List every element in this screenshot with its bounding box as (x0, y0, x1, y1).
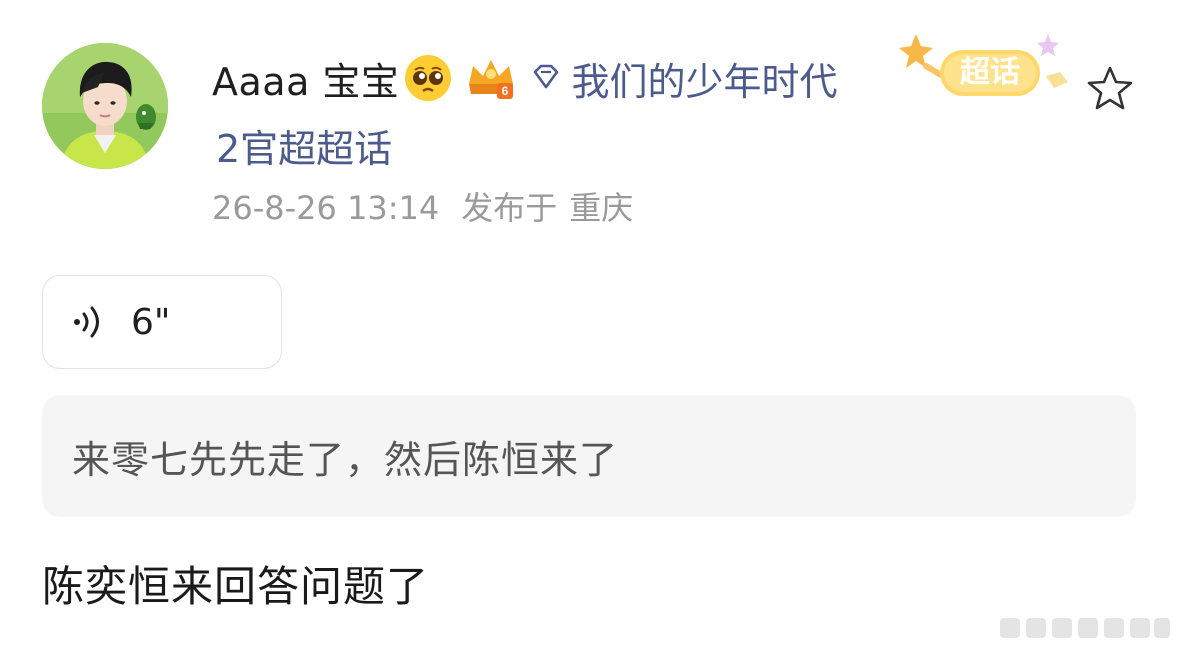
author-name[interactable]: Aaaa 宝宝 (212, 51, 399, 106)
quoted-text: 来零七先先走了，然后陈恒来了 (72, 437, 619, 482)
diamond-icon (527, 59, 565, 97)
post-meta: 26-8-26 13:14 发布于 重庆 (212, 183, 633, 229)
chaohua-badge[interactable]: 超话 (896, 26, 1086, 116)
star-outline-icon[interactable] (1085, 64, 1135, 112)
voice-message[interactable]: 6" (42, 275, 282, 369)
watermark-logo (1000, 612, 1172, 644)
pleading-face-emoji-icon (403, 53, 453, 103)
timestamp: 26-8-26 13:14 (212, 189, 440, 227)
topic-link-continued[interactable]: 2官超超话 (216, 118, 392, 173)
author-line: Aaaa 宝宝 6 我们的少年时代 (212, 52, 837, 104)
avatar[interactable] (42, 43, 168, 169)
location-prefix: 发布于 (461, 189, 558, 227)
crown-badge-icon[interactable]: 6 (463, 54, 519, 102)
location: 重庆 (569, 189, 634, 227)
voice-wave-icon (74, 306, 99, 338)
topic-link[interactable]: 我们的少年时代 (571, 51, 837, 106)
post-body-text: 陈奕恒来回答问题了 (42, 562, 430, 611)
chaohua-badge-label: 超话 (960, 55, 1020, 90)
level-number: 6 (502, 84, 509, 98)
voice-duration: 6" (131, 301, 171, 343)
weibo-post: Aaaa 宝宝 6 我们的少年时代 超话 2官超超话 26-8-26 13:14… (0, 0, 1179, 654)
avatar-image (42, 43, 168, 169)
quoted-text-box: 来零七先先走了，然后陈恒来了 (42, 395, 1136, 517)
